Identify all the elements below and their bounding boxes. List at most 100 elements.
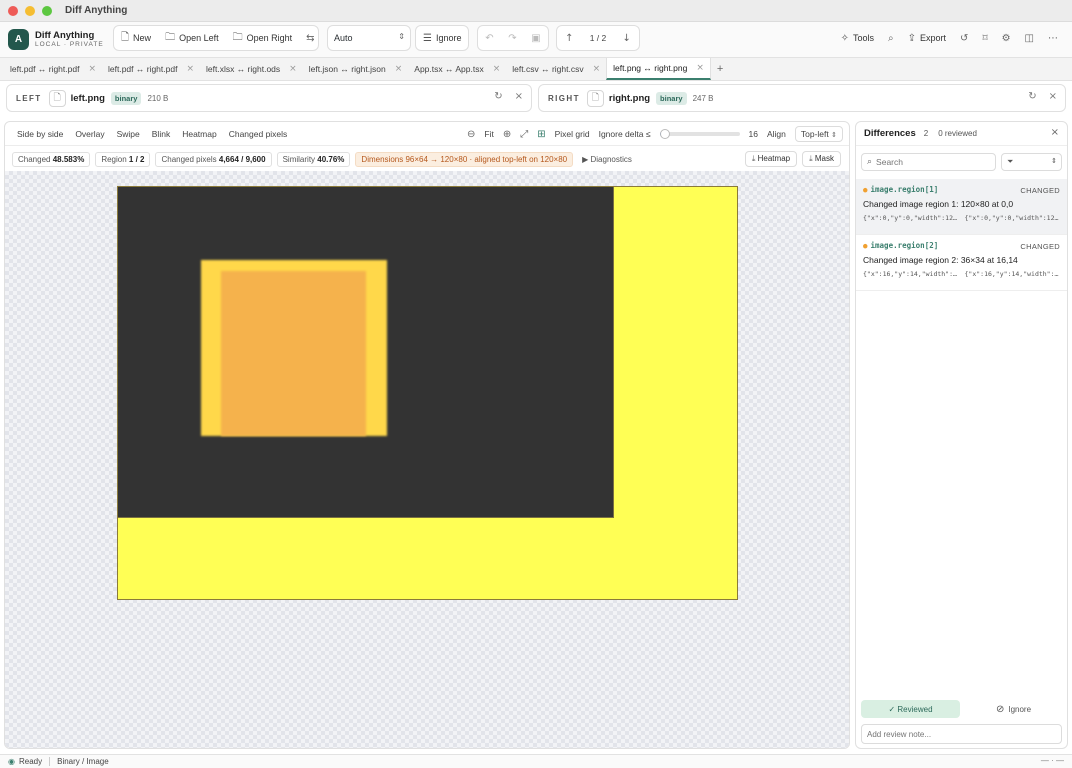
- diff-left-value: {"x":16,"y":14,"width":36,"...: [863, 270, 959, 278]
- search-button[interactable]: ⌕: [882, 26, 900, 50]
- mode-select[interactable]: Auto ⇕: [327, 25, 411, 51]
- file-actions-group: 🗋 New 🗀 Open Left 🗀 Open Right ⇆: [113, 25, 319, 51]
- diff-description: Changed image region 2: 36×34 at 16,14: [863, 255, 1018, 265]
- list-item[interactable]: ● image.region[1] CHANGED Changed image r…: [856, 179, 1067, 235]
- close-window-button[interactable]: [8, 5, 18, 16]
- diff-navigation: ↑ 1 / 2 ↓: [556, 25, 640, 51]
- mode-changed-pixels[interactable]: Changed pixels: [223, 122, 294, 146]
- open-right-button[interactable]: 🗀 Open Right: [226, 26, 300, 50]
- mode-heatmap[interactable]: Heatmap: [176, 122, 223, 146]
- check-circle-icon: ◉: [8, 757, 15, 766]
- close-icon[interactable]: ×: [593, 64, 601, 74]
- similarity-stat: Similarity 40.76%: [276, 151, 351, 167]
- ignore-diff-button[interactable]: ⊘ Ignore: [964, 700, 1063, 718]
- gear-icon: ⚙: [1001, 32, 1011, 44]
- ignore-delta-knob[interactable]: [659, 129, 670, 139]
- save-icon[interactable]: ▣: [531, 33, 540, 44]
- tab-xlsx[interactable]: left.xlsx ↔ right.ods ×: [200, 58, 303, 80]
- undo-icon[interactable]: ↶: [485, 33, 493, 44]
- diff-kind: CHANGED: [1020, 242, 1060, 251]
- reload-icon[interactable]: ↻: [1028, 91, 1036, 102]
- ignore-button[interactable]: ☰ Ignore: [415, 25, 469, 51]
- tab-pdf-2[interactable]: left.pdf ↔ right.pdf ×: [102, 58, 200, 80]
- tab-strip: left.pdf ↔ right.pdf × left.pdf ↔ right.p…: [0, 58, 1072, 81]
- mode-swipe[interactable]: Swipe: [111, 122, 146, 146]
- list-icon: ☰: [423, 32, 432, 44]
- review-actions: ✓ Reviewed ⊘ Ignore: [861, 700, 1063, 718]
- settings-button[interactable]: ⚙: [996, 26, 1017, 50]
- bookmark-button[interactable]: ⌑: [976, 26, 993, 50]
- mode-blink[interactable]: Blink: [146, 122, 176, 146]
- zoom-in-icon[interactable]: ⊕: [503, 129, 511, 140]
- diagnostics-toggle[interactable]: ▶ Diagnostics: [582, 155, 632, 164]
- export-button[interactable]: ⇪ Export: [902, 26, 952, 50]
- ignore-delta-slider[interactable]: [659, 129, 740, 139]
- tab-pdf-1[interactable]: left.pdf ↔ right.pdf ×: [4, 58, 102, 80]
- differences-search[interactable]: ⌕: [861, 153, 996, 171]
- review-note[interactable]: [861, 724, 1062, 744]
- download-icon: ⤓: [809, 154, 813, 163]
- diff-description: Changed image region 1: 120×80 at 0,0: [863, 199, 1014, 209]
- mode-overlay[interactable]: Overlay: [69, 122, 110, 146]
- mark-reviewed-button[interactable]: ✓ Reviewed: [861, 700, 960, 718]
- differences-title: Differences: [864, 128, 916, 139]
- left-file-bar: LEFT 🗋 left.png binary 210 B ↻ ×: [6, 84, 532, 112]
- more-button[interactable]: ⋯: [1042, 26, 1064, 50]
- list-item[interactable]: ● image.region[2] CHANGED Changed image r…: [856, 235, 1067, 291]
- close-icon[interactable]: ×: [289, 64, 297, 74]
- mask-download-button[interactable]: ⤓ Mask: [802, 151, 841, 167]
- fit-button[interactable]: Fit: [484, 129, 493, 139]
- brand-name: Diff Anything: [35, 29, 95, 41]
- swap-button[interactable]: ⇆: [299, 26, 321, 50]
- tab-json[interactable]: left.json ↔ right.json ×: [303, 58, 409, 80]
- changed-stat: Changed 48.583%: [12, 151, 91, 167]
- close-icon[interactable]: ×: [493, 64, 501, 74]
- heatmap-download-button[interactable]: ⤓ Heatmap: [744, 151, 798, 167]
- close-panel-icon[interactable]: ×: [1051, 127, 1059, 138]
- download-icon: ⤓: [751, 154, 756, 163]
- zoom-window-button[interactable]: [42, 5, 52, 16]
- status-right: — · —: [1040, 756, 1064, 765]
- review-note-input[interactable]: [867, 729, 1057, 739]
- close-icon[interactable]: ×: [186, 64, 194, 74]
- close-icon[interactable]: ×: [1049, 91, 1057, 102]
- tab-tsx[interactable]: App.tsx ↔ App.tsx ×: [408, 58, 506, 80]
- reviewed-count: 0 reviewed: [938, 129, 977, 138]
- reload-icon[interactable]: ↻: [494, 91, 502, 102]
- differences-search-input[interactable]: [876, 157, 987, 167]
- mode-side-by-side[interactable]: Side by side: [11, 122, 69, 146]
- tab-csv[interactable]: left.csv ↔ right.csv ×: [506, 58, 606, 80]
- arrow-down-icon[interactable]: ↓: [622, 33, 630, 44]
- tools-button[interactable]: ✧ Tools: [835, 26, 880, 50]
- pixel-grid-icon[interactable]: ⊞: [537, 129, 545, 140]
- align-select[interactable]: Top-left ⇕: [794, 126, 843, 142]
- minimize-window-button[interactable]: [25, 5, 35, 16]
- differences-panel: Differences 2 0 reviewed × ⌕ ⏷ ⇕ ●image.…: [855, 121, 1068, 749]
- arrow-up-icon[interactable]: ↑: [565, 33, 573, 44]
- close-icon[interactable]: ×: [515, 91, 523, 102]
- align-label: Align: [766, 129, 786, 139]
- filter-icon: ⏷: [1007, 157, 1014, 166]
- toggle-panel-button[interactable]: ◫: [1019, 26, 1040, 50]
- chevron-updown-icon: ⇕: [1051, 157, 1057, 165]
- image-canvas[interactable]: [5, 171, 849, 748]
- close-icon[interactable]: ×: [88, 64, 96, 74]
- differences-filter-select[interactable]: ⏷ ⇕: [1001, 153, 1062, 171]
- add-tab-button[interactable]: +: [711, 58, 729, 80]
- close-icon[interactable]: ×: [696, 63, 704, 73]
- window-controls: [8, 5, 52, 16]
- zoom-out-icon[interactable]: ⊖: [467, 129, 475, 140]
- history-icon: ↺: [960, 32, 969, 44]
- history-button[interactable]: ↺: [954, 26, 974, 50]
- open-left-button[interactable]: 🗀 Open Left: [158, 26, 226, 50]
- left-file-size: 210 B: [147, 93, 169, 103]
- close-icon[interactable]: ×: [395, 64, 403, 74]
- right-file-size: 247 B: [692, 93, 714, 103]
- chevron-updown-icon: ⇕: [398, 32, 405, 41]
- tab-png[interactable]: left.png ↔ right.png ×: [606, 58, 711, 80]
- redo-icon[interactable]: ↷: [508, 33, 516, 44]
- new-button[interactable]: 🗋 New: [114, 26, 158, 50]
- fullscreen-icon[interactable]: ⤢: [520, 129, 528, 140]
- pixel-grid-label[interactable]: Pixel grid: [555, 129, 590, 139]
- right-file-name: right.png: [608, 92, 651, 104]
